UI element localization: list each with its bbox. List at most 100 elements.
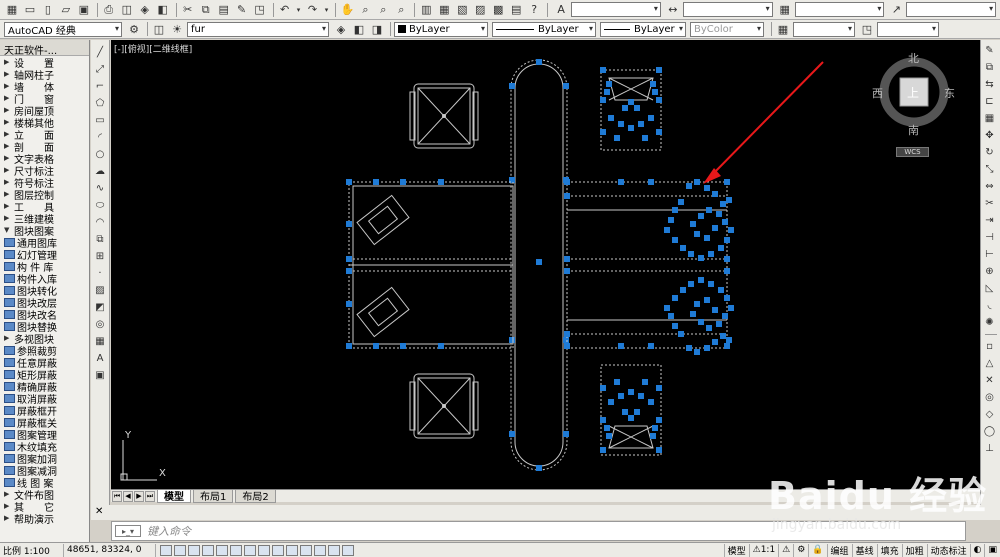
snap-quadrant-icon[interactable]: ◇ bbox=[982, 406, 998, 422]
tab-prev-icon[interactable]: ◀ bbox=[123, 490, 133, 502]
point-icon[interactable]: · bbox=[92, 265, 108, 281]
linetype-combo[interactable]: ByLayer ▾ bbox=[492, 21, 596, 37]
tab-next-icon[interactable]: ▶ bbox=[134, 490, 144, 502]
annotation-scale[interactable]: ⚠ 1:1 bbox=[748, 543, 779, 557]
block-editor-icon[interactable]: ◳ bbox=[252, 2, 268, 18]
clean-screen-icon[interactable]: ▣ bbox=[984, 543, 1000, 557]
preview-icon[interactable]: ◫ bbox=[119, 2, 135, 18]
array-icon[interactable]: ▦ bbox=[982, 110, 998, 126]
zoom-window-icon[interactable]: ⌕ bbox=[375, 2, 391, 18]
viewcube-north[interactable]: 北 bbox=[908, 50, 919, 66]
cut-icon[interactable]: ✂ bbox=[180, 2, 196, 18]
snap-center-icon[interactable]: ◎ bbox=[982, 389, 998, 405]
redo-dropdown-icon[interactable]: ▾ bbox=[322, 2, 330, 18]
help-icon[interactable]: ? bbox=[526, 2, 542, 18]
zoom-previous-icon[interactable]: ⌕ bbox=[393, 2, 409, 18]
close-command-icon[interactable]: ✕ bbox=[95, 506, 103, 517]
multileader-style-combo[interactable]: ▾ bbox=[906, 2, 997, 17]
otrack-toggle-icon[interactable] bbox=[244, 544, 256, 556]
color-combo[interactable]: ByLayer ▾ bbox=[394, 21, 488, 37]
hatch-icon[interactable]: ▨ bbox=[92, 282, 108, 298]
palette-item[interactable]: ▶ 帮助演示 bbox=[0, 512, 89, 526]
drawing-scale[interactable]: 比例 1:100 bbox=[0, 543, 64, 557]
qp-toggle-icon[interactable] bbox=[314, 544, 326, 556]
region-icon[interactable]: ◎ bbox=[92, 316, 108, 332]
rotate-icon[interactable]: ↻ bbox=[982, 144, 998, 160]
pan-icon[interactable]: ✋ bbox=[339, 2, 355, 18]
view-tools-icon[interactable]: ◳ bbox=[859, 21, 875, 37]
table-style-combo[interactable]: ▾ bbox=[794, 2, 885, 17]
viewcube-west[interactable]: 西 bbox=[872, 85, 883, 101]
layer-previous-icon[interactable]: ◧ bbox=[351, 21, 367, 37]
visual-style-combo[interactable]: ▾ bbox=[877, 21, 939, 37]
construction-line-icon[interactable]: ⤢ bbox=[92, 61, 108, 77]
properties-icon[interactable]: ▥ bbox=[418, 2, 434, 18]
wcs-menu[interactable]: WCS bbox=[896, 147, 929, 157]
circle-icon[interactable]: ○ bbox=[92, 146, 108, 162]
named-view-combo[interactable]: ▾ bbox=[793, 21, 855, 37]
gradient-icon[interactable]: ◩ bbox=[92, 299, 108, 315]
am-toggle-icon[interactable] bbox=[342, 544, 354, 556]
add-selected-icon[interactable]: ▣ bbox=[92, 367, 108, 383]
zoom-realtime-icon[interactable]: ⌕ bbox=[357, 2, 373, 18]
tpy-toggle-icon[interactable] bbox=[300, 544, 312, 556]
status-button[interactable]: 基线 bbox=[851, 543, 877, 557]
layer-tools-icon[interactable]: ▦ bbox=[775, 21, 791, 37]
ducs-toggle-icon[interactable] bbox=[258, 544, 270, 556]
workspace-switch-icon[interactable]: ⚙ bbox=[793, 543, 808, 557]
snap-tangent-icon[interactable]: ◯ bbox=[982, 423, 998, 439]
undo-icon[interactable]: ↶ bbox=[277, 2, 293, 18]
snap-intersection-icon[interactable]: ✕ bbox=[982, 372, 998, 388]
snap-midpoint-icon[interactable]: △ bbox=[982, 355, 998, 371]
layer-manager-icon[interactable]: ◫ bbox=[151, 21, 167, 37]
join-icon[interactable]: ⊕ bbox=[982, 263, 998, 279]
text-style-icon[interactable]: A bbox=[553, 2, 569, 18]
tab-first-icon[interactable]: ⏮ bbox=[112, 490, 122, 502]
make-current-layer-icon[interactable]: ◈ bbox=[333, 21, 349, 37]
status-button[interactable]: 编组 bbox=[826, 543, 852, 557]
offset-icon[interactable]: ⊏ bbox=[982, 93, 998, 109]
match-icon[interactable]: ✎ bbox=[234, 2, 250, 18]
lineweight-combo[interactable]: ByLayer ▾ bbox=[600, 21, 686, 37]
copy-icon[interactable]: ⧉ bbox=[198, 2, 214, 18]
copy-object-icon[interactable]: ⧉ bbox=[982, 59, 998, 75]
multileader-style-icon[interactable]: ↗ bbox=[888, 2, 904, 18]
3dosnap-toggle-icon[interactable] bbox=[230, 544, 242, 556]
tab-last-icon[interactable]: ⏭ bbox=[145, 490, 155, 502]
dyn-toggle-icon[interactable] bbox=[272, 544, 284, 556]
markup-icon[interactable]: ▩ bbox=[490, 2, 506, 18]
dim-style-combo[interactable]: ▾ bbox=[682, 2, 773, 17]
tab-layout2[interactable]: 布局2 bbox=[235, 489, 276, 503]
viewcube-east[interactable]: 东 bbox=[944, 85, 955, 101]
ellipse-arc-icon[interactable]: ◠ bbox=[92, 214, 108, 230]
stretch-icon[interactable]: ⇔ bbox=[982, 178, 998, 194]
sc-toggle-icon[interactable] bbox=[328, 544, 340, 556]
revcloud-icon[interactable]: ☁ bbox=[92, 163, 108, 179]
scale-icon[interactable]: ⤡ bbox=[982, 161, 998, 177]
status-button[interactable]: 加粗 bbox=[901, 543, 927, 557]
grid-toggle-icon[interactable] bbox=[174, 544, 186, 556]
folder-icon[interactable]: ▭ bbox=[22, 2, 38, 18]
workspace-settings-icon[interactable]: ⚙ bbox=[126, 21, 142, 37]
open-icon[interactable]: ▱ bbox=[58, 2, 74, 18]
3d-publish-icon[interactable]: ◧ bbox=[155, 2, 171, 18]
drawing-canvas[interactable]: YX [-][俯视][二维线框] bbox=[111, 40, 966, 489]
break-at-point-icon[interactable]: ⊣ bbox=[982, 229, 998, 245]
viewcube[interactable]: 北 南 东 西 上 bbox=[872, 50, 955, 137]
rectangle-icon[interactable]: ▭ bbox=[92, 112, 108, 128]
isolate-objects-icon[interactable]: ◐ bbox=[969, 543, 985, 557]
lock-icon[interactable]: 🔒 bbox=[808, 543, 826, 557]
publish-icon[interactable]: ◈ bbox=[137, 2, 153, 18]
tab-model[interactable]: 模型 bbox=[157, 489, 191, 503]
model-space-button[interactable]: 模型 bbox=[723, 543, 749, 557]
break-icon[interactable]: ⊢ bbox=[982, 246, 998, 262]
mtext-icon[interactable]: A bbox=[92, 350, 108, 366]
command-prompt-icon[interactable]: ▸_▾ bbox=[115, 525, 141, 537]
layer-combo[interactable]: fur ▾ bbox=[187, 21, 329, 37]
dim-style-icon[interactable]: ↔ bbox=[665, 2, 681, 18]
tab-layout1[interactable]: 布局1 bbox=[193, 489, 234, 503]
grid-icon[interactable]: ▦ bbox=[4, 2, 20, 18]
sheet-set-icon[interactable]: ▨ bbox=[472, 2, 488, 18]
status-button[interactable]: 填充 bbox=[876, 543, 902, 557]
ellipse-icon[interactable]: ⬭ bbox=[92, 197, 108, 213]
